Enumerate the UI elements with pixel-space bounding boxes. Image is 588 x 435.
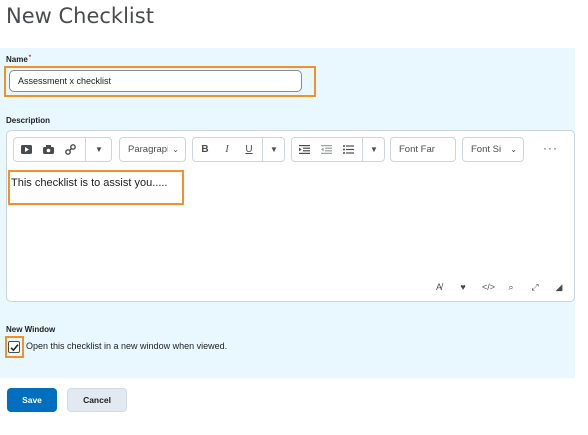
bold-button[interactable]: B <box>195 138 215 161</box>
toolbar-separator <box>362 138 363 161</box>
video-icon[interactable] <box>16 138 36 161</box>
font-family-select[interactable]: Font Family <box>390 137 456 162</box>
description-editor[interactable]: ▼ Paragraph ⌄ B I U ▼ ▼ Font Fa Font Si … <box>6 130 575 302</box>
editor-content[interactable]: This checklist is to assist you..... <box>11 177 168 189</box>
insert-group: ▼ <box>13 137 112 162</box>
editor-toolbar: ▼ Paragraph ⌄ B I U ▼ ▼ Font Fa Font Si … <box>13 137 568 163</box>
list-group: ▼ <box>291 137 385 162</box>
font-size-select[interactable]: Font Size ⌄ <box>462 137 524 162</box>
required-marker: * <box>28 55 32 61</box>
cancel-button[interactable]: Cancel <box>67 388 127 412</box>
format-group: B I U ▼ <box>192 137 285 162</box>
chevron-down-icon: ⌄ <box>172 145 179 154</box>
page-title: New Checklist <box>6 4 154 28</box>
new-window-checkbox[interactable] <box>8 341 20 353</box>
chevron-down-icon[interactable]: ▼ <box>88 138 110 161</box>
preview-icon[interactable]: ⌕ <box>506 282 516 293</box>
spellcheck-icon[interactable]: A̸ <box>434 282 444 293</box>
accessibility-check-icon[interactable]: ♥ <box>458 282 468 293</box>
chevron-down-icon[interactable]: ▼ <box>264 138 284 161</box>
toolbar-separator <box>262 138 263 161</box>
paragraph-select[interactable]: Paragraph ⌄ <box>119 137 186 162</box>
save-button[interactable]: Save <box>7 388 57 412</box>
description-label: Description <box>6 116 51 125</box>
name-input[interactable]: Assessment x checklist <box>9 70 302 92</box>
name-label: Name* <box>6 55 32 64</box>
italic-button[interactable]: I <box>217 138 237 161</box>
checkmark-icon <box>10 344 19 352</box>
toolbar-separator <box>85 138 86 161</box>
more-options-button[interactable]: ··· <box>543 141 558 155</box>
quicklink-icon[interactable] <box>38 138 58 161</box>
outdent-icon[interactable] <box>316 138 336 161</box>
source-code-icon[interactable]: </> <box>482 282 495 293</box>
fullscreen-icon[interactable]: ⤢ <box>530 282 540 293</box>
bullet-list-icon[interactable] <box>338 138 358 161</box>
chevron-down-icon: ⌄ <box>510 145 517 154</box>
chevron-down-icon[interactable]: ▼ <box>364 138 384 161</box>
editor-status-bar: A̸ ♥ </> ⌕ ⤢ ◢ <box>434 282 564 293</box>
new-window-checkbox-label[interactable]: Open this checklist in a new window when… <box>26 341 227 351</box>
resize-handle-icon[interactable]: ◢ <box>554 282 564 293</box>
indent-icon[interactable] <box>294 138 314 161</box>
new-window-label: New Window <box>6 325 56 334</box>
underline-button[interactable]: U <box>239 138 259 161</box>
link-icon[interactable] <box>60 138 80 161</box>
